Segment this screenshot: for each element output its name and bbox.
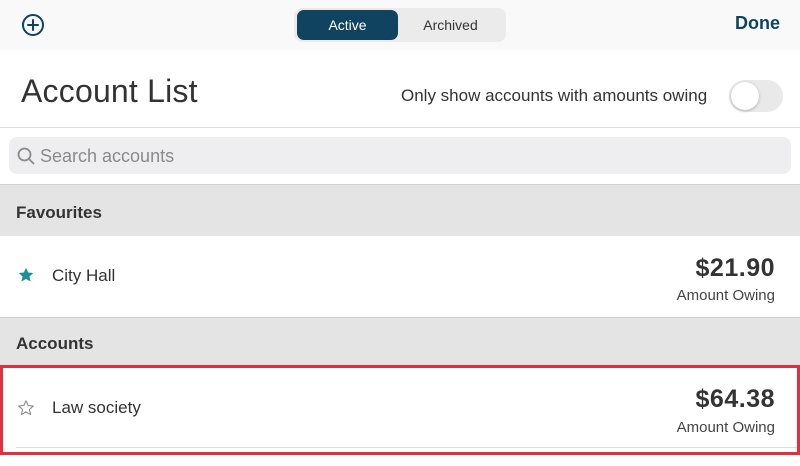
status-segmented-control: Active Archived xyxy=(294,8,506,42)
search-icon xyxy=(17,147,35,165)
account-name: Law society xyxy=(52,398,141,417)
tab-active[interactable]: Active xyxy=(297,10,398,40)
account-amount: $64.38 xyxy=(695,385,775,413)
account-name: City Hall xyxy=(52,266,116,285)
amount-owing-label: Amount Owing xyxy=(676,419,775,436)
account-row-city-hall[interactable]: City Hall $21.90 Amount Owing xyxy=(0,236,800,317)
account-amount: $21.90 xyxy=(695,254,775,282)
amounts-owing-toggle[interactable] xyxy=(729,80,783,112)
star-outline-icon[interactable] xyxy=(17,399,35,417)
section-header-accounts: Accounts xyxy=(0,317,800,366)
search-input[interactable]: Search accounts xyxy=(9,137,791,174)
amount-owing-label: Amount Owing xyxy=(676,287,775,304)
top-nav-bar: Active Archived Done xyxy=(0,0,800,50)
account-row-law-society[interactable]: Law society $64.38 Amount Owing xyxy=(0,366,800,452)
plus-circle-icon xyxy=(22,14,44,36)
section-title-accounts: Accounts xyxy=(16,334,94,353)
amounts-owing-filter-label: Only show accounts with amounts owing xyxy=(401,86,708,105)
page-title: Account List xyxy=(21,73,198,109)
done-button[interactable]: Done xyxy=(735,13,780,34)
star-filled-icon[interactable] xyxy=(17,266,35,284)
add-account-button[interactable] xyxy=(21,13,45,37)
header-divider xyxy=(0,127,800,128)
toggle-knob xyxy=(731,82,759,110)
section-title-favourites: Favourites xyxy=(16,203,102,222)
tab-archived[interactable]: Archived xyxy=(398,10,503,40)
search-placeholder: Search accounts xyxy=(40,146,175,166)
section-header-favourites: Favourites xyxy=(0,184,800,236)
row-divider xyxy=(16,447,800,448)
